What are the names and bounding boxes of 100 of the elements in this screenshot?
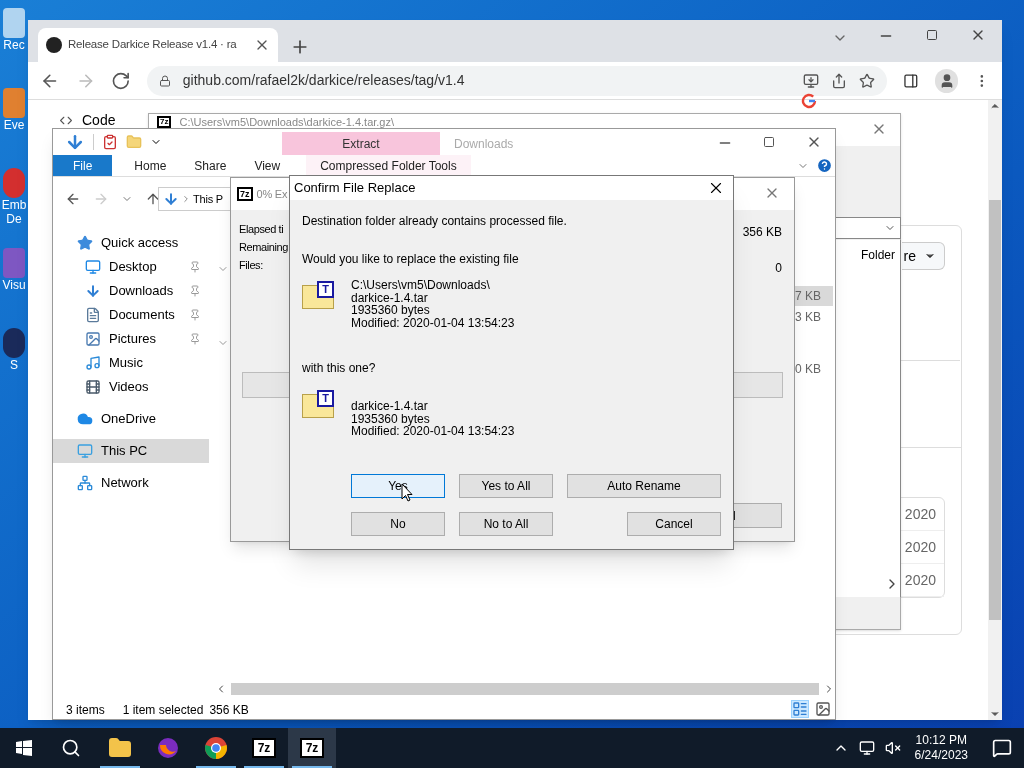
dialog-button[interactable]: Yes to All (459, 474, 553, 498)
archive-app-icon: 7z (252, 738, 276, 758)
column-header[interactable]: Folder (861, 246, 895, 264)
taskbar-app[interactable]: 7z (288, 728, 336, 768)
nav-item[interactable]: Quick access (53, 231, 209, 255)
archive-app-icon: 7z (237, 187, 253, 201)
pin-icon[interactable] (189, 285, 201, 297)
network-icon (77, 475, 93, 491)
up-icon[interactable] (145, 191, 161, 207)
muted-speaker-icon[interactable] (884, 740, 901, 756)
dropdown-button[interactable]: re (902, 242, 945, 270)
maximize-icon[interactable] (926, 29, 938, 41)
scrollbar[interactable] (988, 100, 1002, 720)
dialog-title: Confirm File Replace (294, 179, 416, 198)
desktop-shortcut-icon[interactable] (3, 328, 25, 358)
nav-item[interactable]: Pictures (53, 327, 209, 351)
details-view-icon[interactable] (791, 700, 809, 718)
address-bar[interactable]: github.com/rafael2k/darkice/releases/tag/v1.4 (146, 65, 888, 96)
dialog-button[interactable]: No (351, 512, 445, 536)
progress-label: Files: (239, 259, 264, 271)
status-size: 356 KB (209, 702, 249, 719)
nav-item[interactable]: Network (53, 471, 209, 495)
ribbon-tab[interactable]: View (240, 155, 295, 176)
cloud-icon (77, 411, 93, 427)
install-icon[interactable] (803, 72, 820, 89)
lock-icon (158, 74, 171, 87)
reload-icon[interactable] (111, 70, 131, 91)
dialog-question: with this one? (302, 360, 377, 377)
clock[interactable]: 10:12 PM 6/24/2023 (910, 733, 972, 763)
pin-icon[interactable] (189, 261, 201, 273)
nav-item[interactable]: Music (53, 351, 209, 375)
monitor-icon (85, 259, 101, 275)
desktop-icon-label: Eve (3, 118, 25, 132)
back-icon[interactable] (65, 191, 81, 207)
ribbon-tab[interactable]: Share (180, 155, 241, 176)
file-size: 3 KB (794, 309, 822, 326)
notification-icon[interactable] (992, 738, 1012, 758)
archive-app-icon: 7z (157, 116, 172, 128)
chevron-icon (181, 193, 191, 205)
round-browser-icon (204, 736, 228, 760)
taskbar-app[interactable]: 7z (240, 728, 288, 768)
nav-item[interactable]: Videos (53, 375, 209, 399)
code-icon (58, 114, 74, 127)
file-info: Modified: 2020-01-04 13:54:23 (351, 316, 515, 329)
music-note-icon (85, 355, 101, 371)
nav-item[interactable]: This PC (53, 439, 209, 463)
dialog-message: Destination folder already contains processed file. (302, 213, 568, 230)
star-icon (77, 235, 93, 251)
file-info: darkice-1.4.tar (351, 291, 429, 304)
dialog-button[interactable]: Cancel (627, 512, 721, 536)
folder-icon (108, 736, 132, 760)
nav-item[interactable]: Downloads (53, 279, 209, 303)
download-icon (163, 191, 179, 207)
film-icon (85, 379, 101, 395)
archive-app-icon: 7z (300, 738, 324, 758)
window-title: C:\Users\vm5\Downloads\darkice-1.4.tar.gz\ (179, 116, 395, 128)
window-title: 0% Ex (256, 186, 288, 202)
dialog-button[interactable]: Auto Rename (567, 474, 721, 498)
tiles-view-icon[interactable] (815, 701, 831, 717)
checklist-icon[interactable] (102, 134, 118, 150)
desktop-icon-label: S (10, 358, 18, 372)
profile-avatar[interactable] (934, 68, 959, 93)
progress-label: Elapsed ti (239, 223, 285, 235)
picture-icon (85, 331, 101, 347)
desktop-icon-label: Visu (2, 278, 26, 292)
pin-icon[interactable] (189, 309, 201, 321)
nav-item[interactable]: OneDrive (53, 407, 209, 431)
bookmark-star-icon[interactable] (859, 72, 876, 89)
windows-logo-icon[interactable] (16, 740, 32, 756)
side-panel-icon[interactable] (903, 72, 919, 89)
google-icon[interactable] (801, 93, 817, 109)
network-icon[interactable] (858, 740, 875, 756)
desktop-icon-label: Rec (3, 38, 25, 52)
nav-item[interactable]: Documents (53, 303, 209, 327)
share-icon[interactable] (831, 72, 848, 89)
pin-icon[interactable] (189, 333, 201, 345)
desktop-icon-label: De (6, 212, 22, 226)
download-icon (85, 283, 101, 299)
help-icon[interactable] (816, 157, 833, 174)
nav-item[interactable]: Desktop (53, 255, 209, 279)
status-item-count: 3 items (66, 702, 105, 719)
dialog-button[interactable]: No to All (459, 512, 553, 536)
progress-value: 356 KB (742, 224, 782, 241)
maximize-icon[interactable] (763, 136, 775, 148)
browser-tab[interactable]: Release Darkice Release v1.4 · ra (38, 28, 278, 62)
file-info: 1935360 bytes (351, 304, 431, 317)
code-tab[interactable]: Code (82, 114, 116, 127)
ribbon-tab[interactable]: Compressed Folder Tools (306, 155, 471, 176)
ribbon-tab[interactable]: File (53, 155, 113, 176)
file-info: Modified: 2020-01-04 13:54:23 (351, 425, 515, 438)
document-icon (85, 307, 101, 323)
download-icon[interactable] (65, 132, 85, 152)
status-selection: 1 item selected (122, 702, 204, 719)
ribbon-tab[interactable]: Home (120, 155, 181, 176)
search-icon[interactable] (61, 738, 81, 758)
computer-icon (77, 443, 93, 459)
file-info: darkice-1.4.tar (351, 400, 429, 413)
progress-value: 0 (775, 260, 782, 277)
fox-globe-icon (156, 736, 180, 760)
context-tab-header: Extract (282, 132, 440, 155)
